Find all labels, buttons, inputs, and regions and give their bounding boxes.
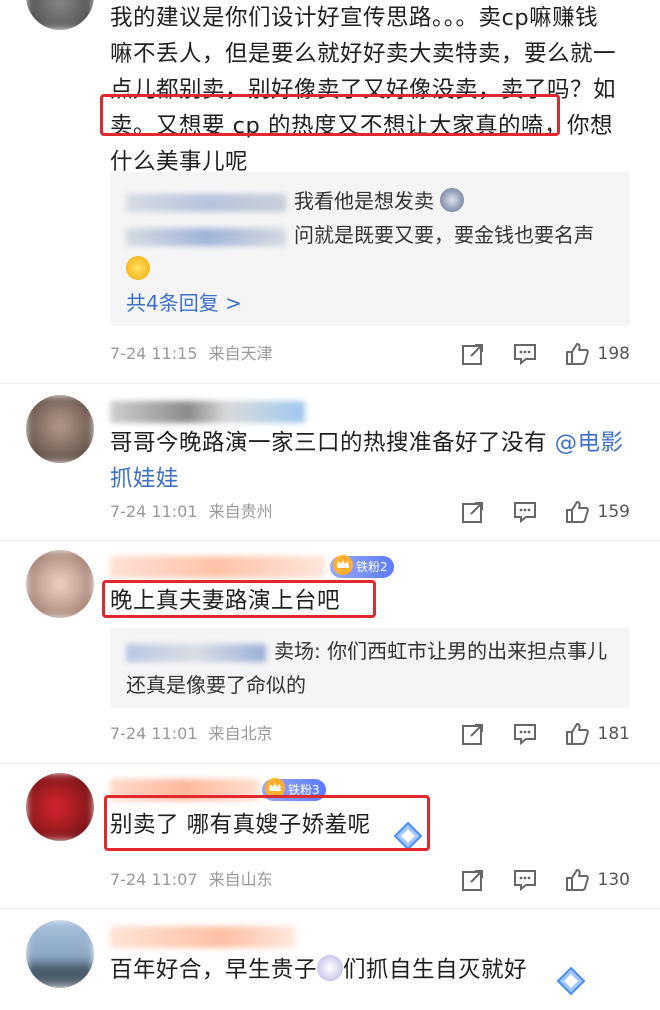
share-icon[interactable]	[460, 499, 486, 525]
comment-body: 晚上真夫妻路演上台吧	[110, 588, 341, 614]
username-blur[interactable]	[110, 401, 305, 423]
crown-icon	[333, 555, 353, 575]
like-count: 159	[597, 502, 630, 522]
action-bar: 130	[434, 866, 630, 894]
crown-icon	[265, 778, 285, 798]
reply-item[interactable]: 问就是既要又要，要金钱也要名声	[126, 218, 614, 286]
comment-text: 我的建议是你们设计好宣传思路。。。卖cp嘛赚钱 嘛不丢人，但是要么就好好卖大卖特…	[110, 0, 640, 180]
timestamp: 7-24 11:01	[110, 724, 198, 743]
comment-body: 别卖了 哪有真嫂子娇羞呢	[110, 812, 371, 838]
username-blur[interactable]	[110, 556, 325, 578]
badge-label: 铁粉3	[288, 783, 320, 797]
comment-line: 嘛不丢人，但是要么就好好卖大卖特卖，要么就一	[110, 41, 617, 67]
like-icon[interactable]	[564, 341, 590, 367]
reply-username-blur	[126, 227, 286, 246]
avatar[interactable]	[26, 0, 94, 30]
diamond-icon	[556, 966, 586, 996]
like-icon[interactable]	[564, 867, 590, 893]
share-icon[interactable]	[460, 341, 486, 367]
timestamp: 7-24 11:01	[110, 502, 198, 521]
location: 来自贵州	[208, 502, 273, 521]
comment-line: 我的建议是你们设计好宣传思路。。。卖cp嘛赚钱	[110, 5, 599, 31]
comment-3: 铁粉2 晚上真夫妻路演上台吧 卖场: 你们西虹市让男的出来担点事儿还真是像要了命…	[0, 540, 660, 763]
crying-face-icon	[440, 188, 465, 212]
reply-username-blur	[126, 643, 266, 662]
action-bar: 159	[434, 498, 630, 526]
avatar[interactable]	[26, 550, 94, 618]
timestamp: 7-24 11:15	[110, 344, 198, 363]
laughing-face-icon	[126, 256, 150, 280]
fan-badge: 铁粉2	[330, 555, 394, 578]
comment-meta: 7-24 11:01 来自贵州	[110, 500, 279, 524]
action-bar: 181	[434, 720, 630, 748]
reply-item[interactable]: 卖场: 你们西虹市让男的出来担点事儿还真是像要了命似的	[126, 634, 614, 702]
reply-text: 问就是既要又要，要金钱也要名声	[294, 223, 594, 247]
comment-icon[interactable]	[512, 867, 538, 893]
comment-icon[interactable]	[512, 499, 538, 525]
timestamp: 7-24 11:07	[110, 870, 198, 889]
reply-username-blur	[126, 193, 286, 212]
like-count: 198	[597, 344, 630, 364]
comment-2: 哥哥今晚路演一家三口的热搜准备好了没有 @电影抓娃娃 7-24 11:01 来自…	[0, 383, 660, 540]
avatar[interactable]	[26, 773, 94, 841]
like-icon[interactable]	[564, 721, 590, 747]
comment-meta: 7-24 11:07 来自山东	[110, 868, 279, 892]
comment-text: 别卖了 哪有真嫂子娇羞呢	[110, 807, 640, 843]
diamond-icon	[393, 821, 423, 851]
comment-body: 哥哥今晚路演一家三口的热搜准备好了没有	[110, 430, 555, 456]
like-count: 130	[597, 870, 630, 890]
comment-line: 卖。又想要 cp 的热度又不想让大家真的嗑，你想	[110, 113, 613, 139]
location: 来自天津	[208, 344, 273, 363]
comment-meta: 7-24 11:15 来自天津	[110, 342, 279, 366]
comment-1: 我的建议是你们设计好宣传思路。。。卖cp嘛赚钱 嘛不丢人，但是要么就好好卖大卖特…	[0, 0, 660, 380]
comment-4: 铁粉3 别卖了 哪有真嫂子娇羞呢 7-24 11:07 来自山东 130	[0, 763, 660, 908]
action-bar: 198	[434, 340, 630, 368]
reply-box[interactable]: 卖场: 你们西虹市让男的出来担点事儿还真是像要了命似的	[110, 628, 630, 708]
more-replies-link[interactable]: 共4条回复 >	[126, 286, 614, 320]
comment-icon[interactable]	[512, 341, 538, 367]
reply-text: 我看他是想发卖	[294, 189, 434, 213]
location: 来自北京	[208, 724, 273, 743]
location: 来自山东	[208, 870, 273, 889]
avatar[interactable]	[26, 920, 94, 988]
comment-icon[interactable]	[512, 721, 538, 747]
sticker-icon	[317, 955, 344, 981]
fan-badge: 铁粉3	[262, 778, 326, 801]
like-icon[interactable]	[564, 499, 590, 525]
username-blur[interactable]	[110, 779, 260, 801]
comment-body-cont: 们抓自生自灭就好	[343, 957, 528, 983]
share-icon[interactable]	[460, 721, 486, 747]
comment-meta: 7-24 11:01 来自北京	[110, 722, 279, 746]
badge-label: 铁粉2	[356, 560, 388, 574]
comment-5: 百年好合，早生贵子 们抓自生自灭就好	[0, 908, 660, 1010]
comment-line: 点儿都别卖，别好像卖了又好像没卖，卖了吗？如	[110, 77, 617, 103]
username-blur[interactable]	[110, 926, 295, 948]
share-icon[interactable]	[460, 867, 486, 893]
reply-item[interactable]: 我看他是想发卖	[126, 184, 614, 218]
comment-text: 哥哥今晚路演一家三口的热搜准备好了没有 @电影抓娃娃	[110, 425, 640, 497]
comment-body: 百年好合，早生贵子	[110, 957, 318, 983]
like-count: 181	[597, 724, 630, 744]
avatar[interactable]	[26, 395, 94, 463]
reply-box[interactable]: 我看他是想发卖 问就是既要又要，要金钱也要名声 共4条回复 >	[110, 172, 630, 326]
comment-text: 晚上真夫妻路演上台吧	[110, 583, 640, 619]
